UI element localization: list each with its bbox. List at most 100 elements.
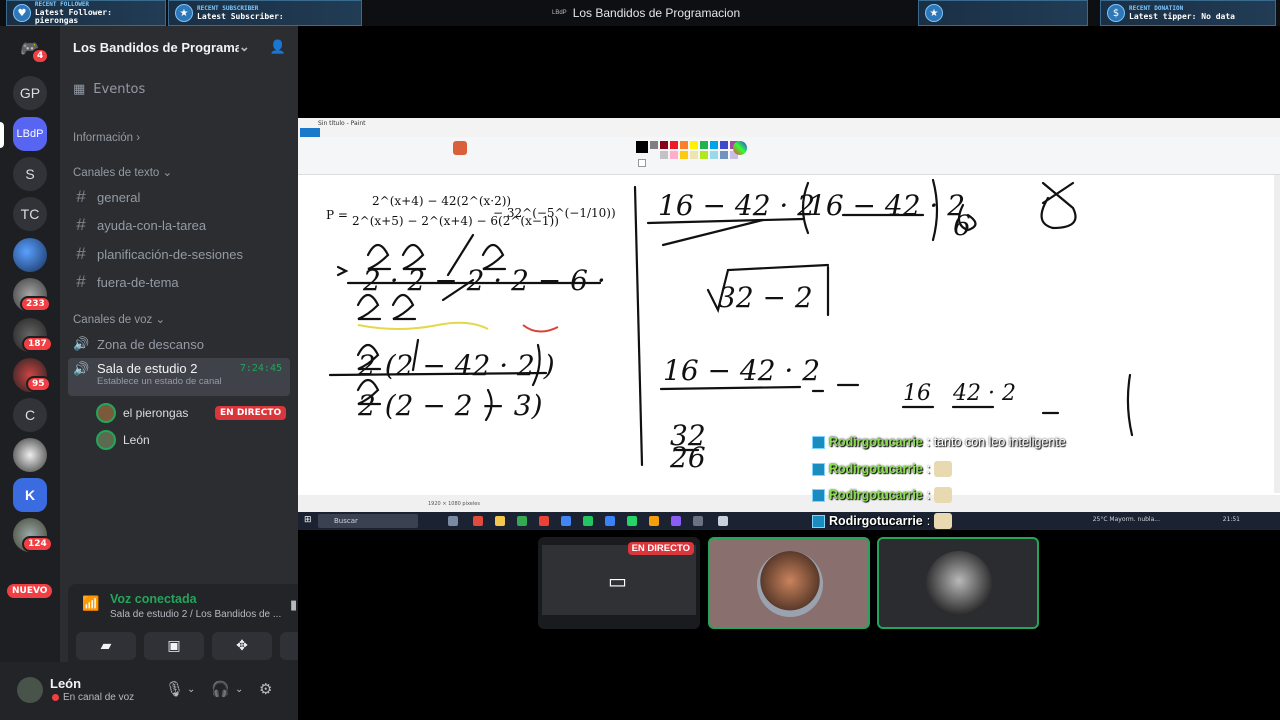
live-badge: EN DIRECTO [215,406,287,420]
taskbar-app-icon[interactable] [693,516,703,526]
taskbar-weather[interactable]: 25°C Mayorm. nubla... [1093,516,1160,523]
server-lbdp[interactable]: LBdP [13,117,47,151]
taskbar-app-icon[interactable] [539,516,549,526]
server-avatar-5[interactable] [13,438,47,472]
color-swatch[interactable] [700,141,708,149]
taskbar-app-icon[interactable] [649,516,659,526]
color-swatch[interactable] [670,141,678,149]
color-swatch[interactable] [690,151,698,159]
color-swatch[interactable] [636,141,648,153]
chevron-down-icon[interactable]: ⌄ [187,684,195,695]
color-swatch[interactable] [638,159,646,167]
voice-channel-sala-2[interactable]: 🔊 Sala de estudio 2 Establece un estado … [68,358,290,396]
paint-tabs [298,128,1280,137]
channel-planificacion[interactable]: # planificación-de-sesiones [73,241,289,267]
color-swatch[interactable] [680,141,688,149]
screen-share-button[interactable]: ▣ [144,632,204,660]
svg-text:16 − 42 · 2: 16 − 42 · 2 [663,354,820,387]
chat-message: Rodirgotucarrie : [812,513,953,529]
server-c[interactable]: C [13,398,47,432]
color-swatch[interactable] [720,151,728,159]
color-swatch[interactable] [680,151,688,159]
color-swatch[interactable] [660,151,668,159]
voice-user-pierongas[interactable]: el pierongas [96,402,188,424]
hash-icon: # [76,244,86,263]
taskbar-app-icon[interactable] [561,516,571,526]
paint-file-tab[interactable] [300,128,320,137]
paint-title: Sin título - Paint [298,118,1280,128]
status-dot [52,694,59,701]
taskbar-app-icon[interactable] [627,516,637,526]
color-swatch[interactable] [710,141,718,149]
participant-tile-1[interactable] [708,537,870,629]
taskbar-app-icon[interactable] [473,516,483,526]
color-swatch[interactable] [700,151,708,159]
chat-text: : [926,488,931,502]
taskbar-app-icon[interactable] [448,516,458,526]
activities-button[interactable]: ✥ [212,632,272,660]
channel-general[interactable]: # general [73,184,289,210]
voice-channels-category[interactable]: Canales de voz ⌄ [73,312,165,326]
taskbar-clock[interactable]: 21:51 [1223,516,1240,523]
color-swatch[interactable] [670,151,678,159]
camera-off-button[interactable]: ▰ [76,632,136,660]
voice-connected-sub[interactable]: Sala de estudio 2 / Los Bandidos de ... [110,609,281,620]
coin-icon: $ [1107,4,1125,22]
avatar[interactable] [17,677,43,703]
signal-icon[interactable]: 📶 [82,596,99,612]
screen-share-tile[interactable]: EN DIRECTO ▭ [538,537,700,629]
gear-icon[interactable]: ⚙ [259,680,272,698]
channel-fuera-de-tema[interactable]: # fuera-de-tema [73,269,289,295]
server-avatar-1[interactable] [13,238,47,272]
new-badge[interactable]: NUEVO [7,584,53,598]
taskbar-app-icon[interactable] [517,516,527,526]
alert-decoration-left: ★ [918,0,1088,26]
channel-label: Zona de descanso [97,336,204,352]
svg-text:16: 16 [903,381,931,406]
avatar [926,551,992,617]
channel-sidebar: Los Bandidos de Programa... ⌄ 👤 ▦ Evento… [60,26,350,720]
svg-text:− 32^(−5^(−1/10)): − 32^(−5^(−1/10)) [493,206,616,220]
svg-text:P =: P = [326,208,348,222]
server-header[interactable]: Los Bandidos de Programa... ⌄ 👤 [60,26,298,68]
taskbar-app-icon[interactable] [718,516,728,526]
paint-canvas[interactable]: 16 − 42 · 2 16 − 42 · 2 6 32 − 2 16 − 42… [298,175,1274,493]
server-tc[interactable]: TC [13,197,47,231]
user-name[interactable]: León [50,676,81,691]
taskbar-app-icon[interactable] [583,516,593,526]
color-swatch[interactable] [720,141,728,149]
info-category[interactable]: Información › [73,132,140,144]
taskbar-search[interactable]: Buscar [318,514,418,528]
taskbar-app-icon[interactable] [495,516,505,526]
channel-label: fuera-de-tema [97,274,179,290]
emote-icon [934,461,953,477]
events-link[interactable]: ▦ Eventos [73,82,145,97]
text-channels-category[interactable]: Canales de texto ⌄ [73,165,172,179]
server-gp[interactable]: GP [13,76,47,110]
color-swatch[interactable] [690,141,698,149]
server-s[interactable]: S [13,157,47,191]
taskbar-app-icon[interactable] [605,516,615,526]
server-kick[interactable]: K [13,478,47,512]
color-swatch[interactable] [650,141,658,149]
microphone-icon[interactable]: 🎙 [165,680,184,698]
headphones-icon[interactable]: 🎧 [211,680,230,698]
taskbar-app-icon[interactable] [671,516,681,526]
shared-screen-paint[interactable]: Sin título - Paint 16 − 42 · 2 16 − 42 ·… [298,118,1280,530]
participant-tile-2[interactable] [877,537,1039,629]
voice-channel-zona[interactable]: 🔊 Zona de descanso [73,331,289,357]
color-swatch[interactable] [710,151,718,159]
chevron-down-icon[interactable]: ⌄ [235,684,243,695]
edit-colors-icon[interactable] [733,141,747,155]
paint-vertical-scrollbar[interactable] [1274,175,1280,493]
channel-status[interactable]: Establece un estado de canal [97,376,222,387]
invite-icon[interactable]: 👤 [270,39,286,55]
windows-start-icon[interactable]: ⊞ [304,515,312,525]
channel-label: Sala de estudio 2 [97,361,198,376]
voice-connected-title: Voz conectada [110,592,197,606]
speaker-icon: 🔊 [73,361,90,376]
color-swatch[interactable] [660,141,668,149]
voice-user-leon[interactable]: León [96,429,150,451]
channel-ayuda[interactable]: # ayuda-con-la-tarea [73,212,289,238]
brush-icon[interactable] [453,141,467,155]
